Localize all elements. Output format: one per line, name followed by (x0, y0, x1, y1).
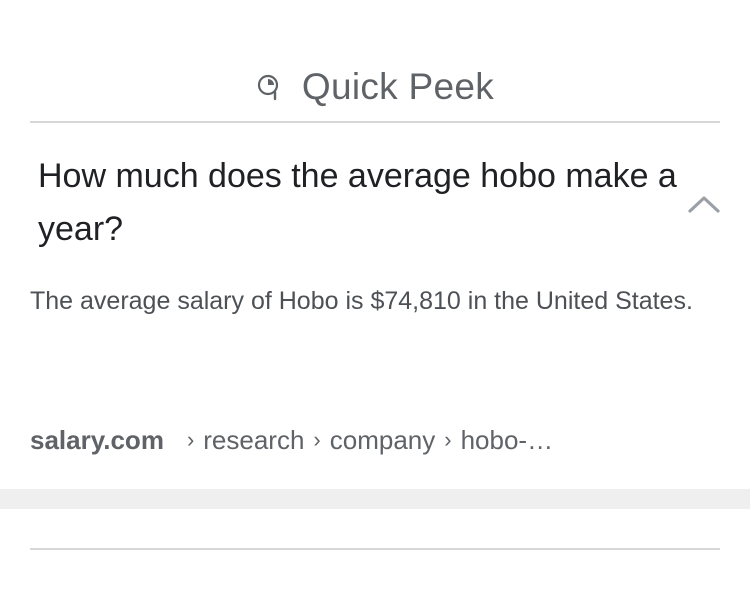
answer-snippet: The average salary of Hobo is $74,810 in… (30, 287, 693, 315)
section-separator-band (0, 489, 750, 509)
breadcrumb-separator: › (444, 427, 452, 452)
chevron-up-icon[interactable] (682, 186, 726, 220)
quick-peek-header: Quick Peek (0, 62, 750, 112)
quick-peek-panel: Quick Peek How much does the average hob… (0, 0, 750, 616)
header-divider (30, 121, 720, 123)
breadcrumb-separator: › (186, 427, 195, 452)
breadcrumb-separator: › (313, 427, 321, 452)
footer-divider (30, 548, 720, 550)
source-domain[interactable]: salary.com (30, 425, 164, 456)
question-text[interactable]: How much does the average hobo make a ye… (38, 150, 678, 256)
quick-peek-icon (256, 73, 284, 101)
breadcrumb-item-hobo: hobo-… (460, 424, 554, 455)
source-link[interactable]: salary.com › research › company › hobo-… (30, 420, 553, 460)
breadcrumb-item-research: research (203, 424, 305, 455)
breadcrumb-item-company: company (329, 424, 436, 455)
page-title: Quick Peek (301, 66, 495, 107)
